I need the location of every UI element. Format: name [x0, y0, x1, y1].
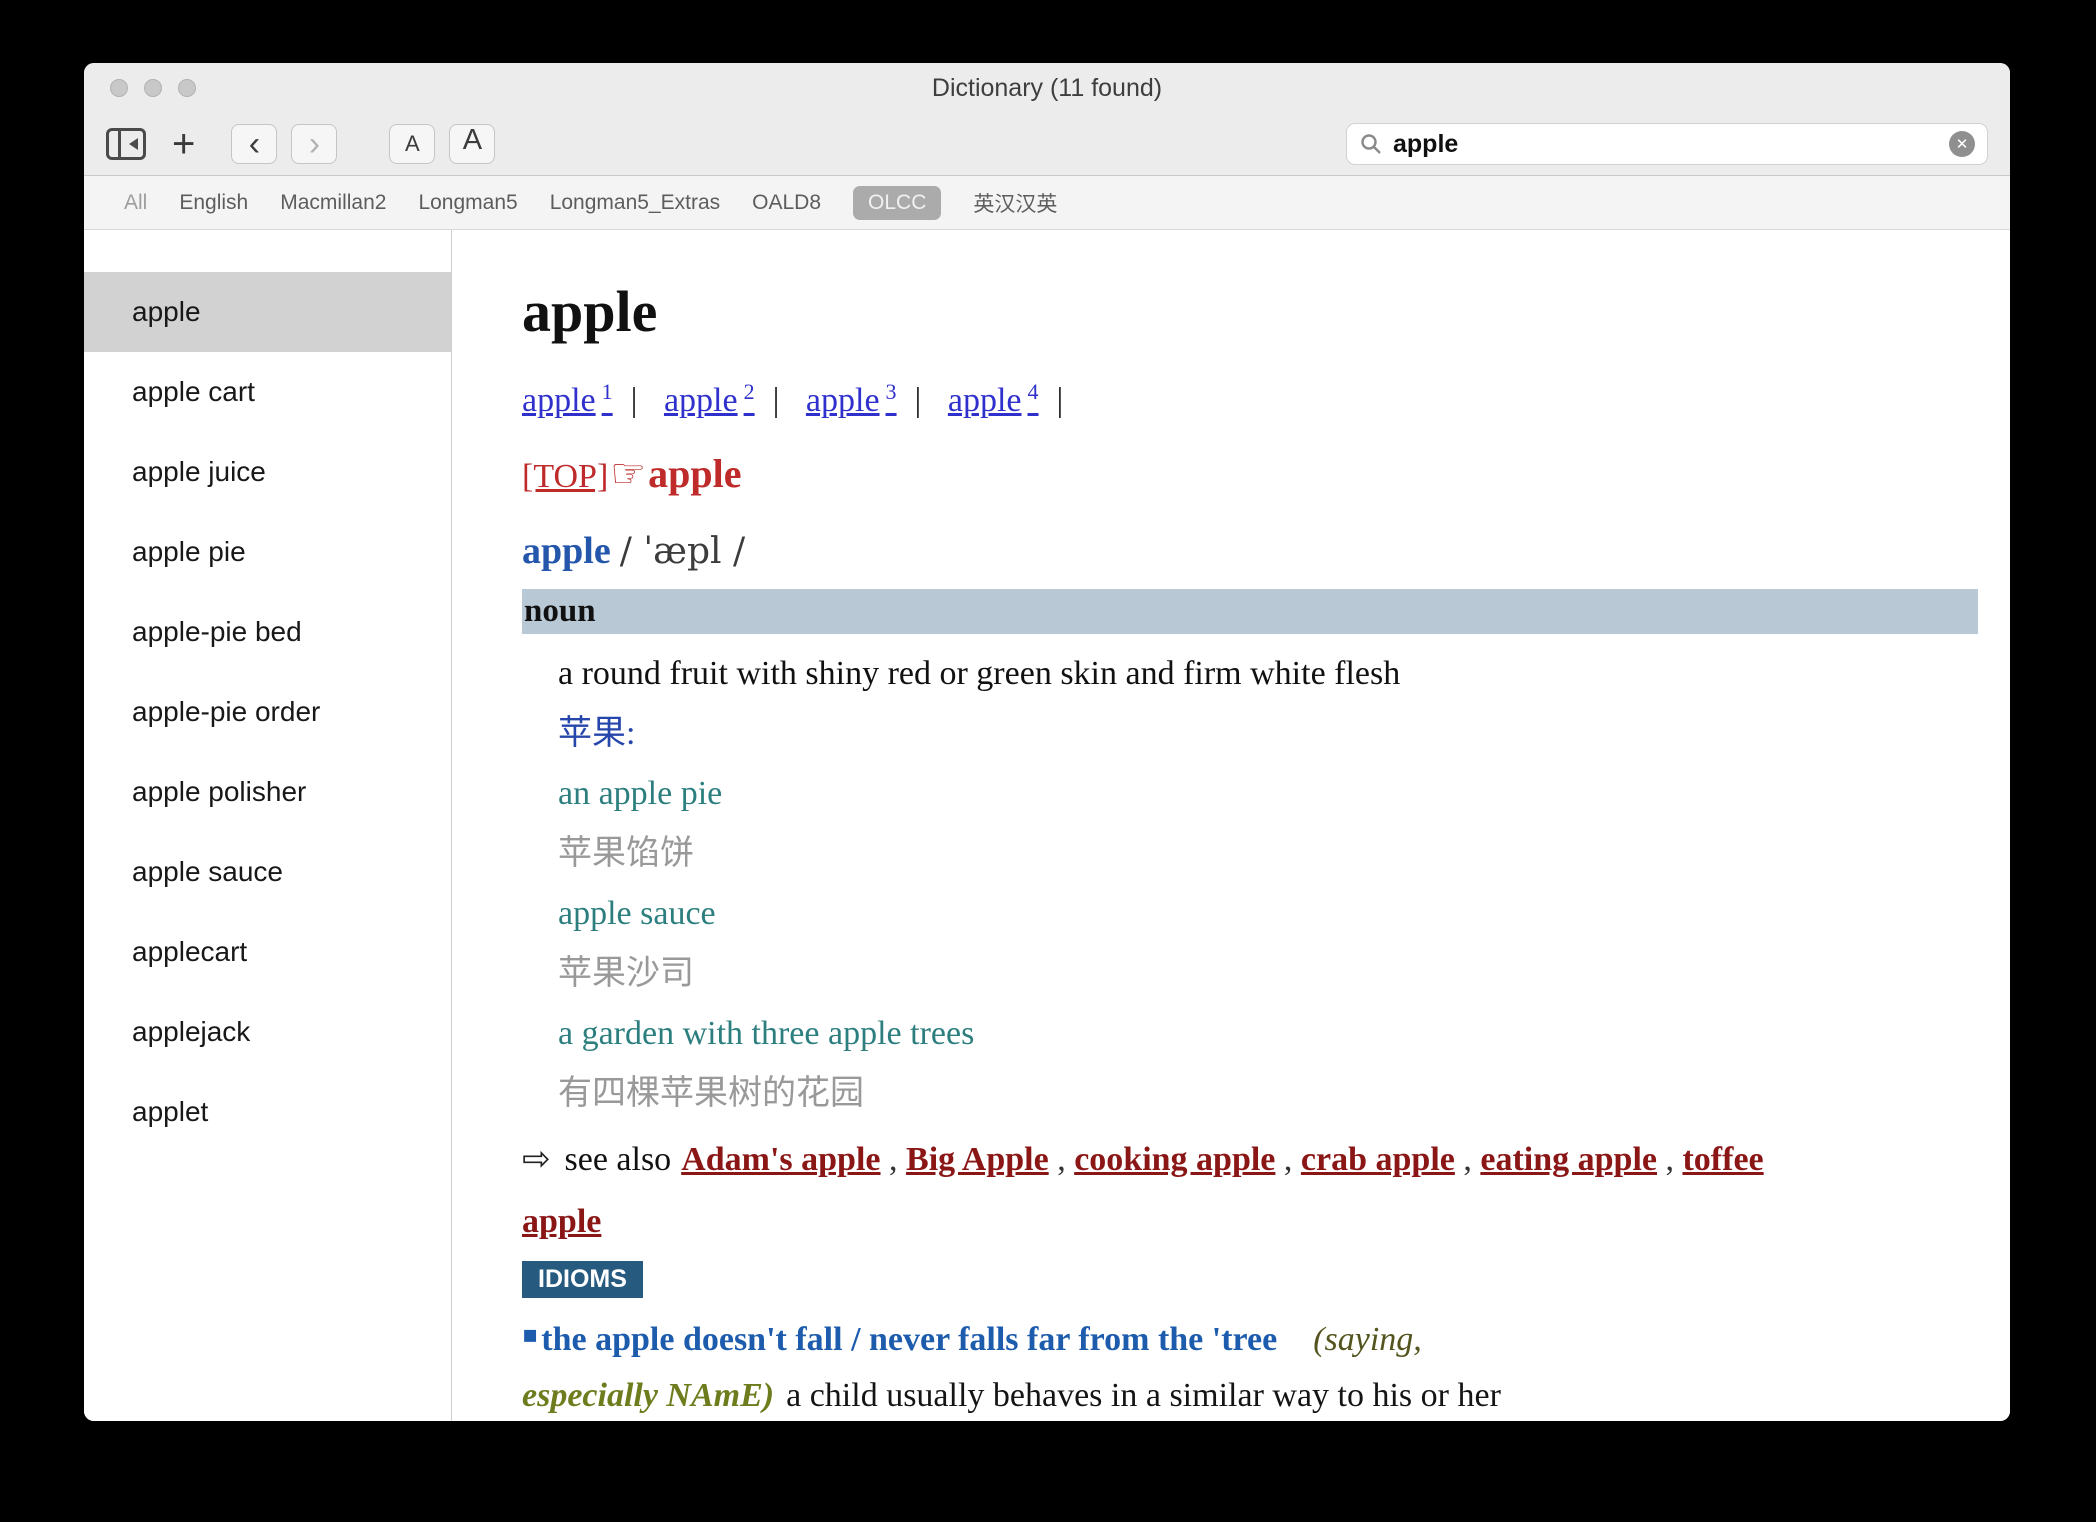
top-headword: apple: [648, 451, 741, 496]
dictionary-tab[interactable]: Longman5: [418, 191, 517, 215]
increase-font-button[interactable]: A: [449, 124, 495, 164]
result-list-item[interactable]: apple sauce: [84, 832, 451, 912]
result-list-item[interactable]: applejack: [84, 992, 451, 1072]
result-list-item[interactable]: applet: [84, 1072, 451, 1152]
dictionary-tab[interactable]: English: [179, 191, 248, 215]
entry-headword: apple: [522, 278, 1978, 345]
comma-separator: ,: [1455, 1141, 1481, 1178]
example-chinese: 苹果沙司: [558, 944, 1978, 1004]
see-also-link[interactable]: Big Apple: [906, 1141, 1049, 1178]
minimize-button[interactable]: [144, 79, 162, 97]
ipa-transcription: / ˈæpl /: [620, 531, 745, 572]
see-also-link[interactable]: eating apple: [1480, 1141, 1657, 1178]
dictionary-tab[interactable]: Longman5_Extras: [550, 191, 720, 215]
result-list-item[interactable]: apple-pie bed: [84, 592, 451, 672]
comma-separator: ,: [881, 1141, 907, 1178]
comma-separator: ,: [1049, 1141, 1075, 1178]
idioms-header: IDIOMS: [522, 1261, 643, 1298]
homonym-link[interactable]: apple4: [948, 382, 1039, 419]
idiom-text: the apple doesn't fall / never falls far…: [541, 1321, 1277, 1358]
entry-content: apple apple1 | apple2 | apple3 | apple4 | [T…: [452, 230, 2010, 1421]
examples: an apple pie 苹果馅饼 apple sauce 苹果沙司 a gar…: [558, 764, 1978, 1124]
pronunciation-headword: apple: [522, 530, 611, 572]
window-controls: [110, 63, 196, 113]
register-label-2: especially NAmE: [522, 1377, 763, 1414]
bullet-icon: ▪: [522, 1320, 538, 1348]
top-link[interactable]: [TOP]: [522, 458, 608, 495]
comma-separator: ,: [1657, 1141, 1683, 1178]
dictionary-tab[interactable]: OLCC: [853, 186, 941, 220]
result-list-item[interactable]: apple pie: [84, 512, 451, 592]
register-label: (saying,: [1313, 1321, 1422, 1358]
window-title: Dictionary (11 found): [932, 74, 1162, 103]
arrow-icon: ⇨: [522, 1139, 551, 1179]
result-list-item[interactable]: apple cart: [84, 352, 451, 432]
see-also-link[interactable]: Adam's apple: [681, 1141, 880, 1178]
idiom-definition: a child usually behaves in a similar way…: [786, 1377, 1501, 1414]
dictionary-tab[interactable]: 英汉汉英: [973, 188, 1057, 218]
back-button[interactable]: ‹: [231, 124, 277, 164]
result-list-item[interactable]: apple juice: [84, 432, 451, 512]
pointing-hand-icon: ☞: [610, 451, 646, 497]
dictionary-tab[interactable]: All: [124, 191, 147, 215]
toolbar: + ‹ › A A ✕: [84, 113, 2010, 176]
dictionary-tab[interactable]: OALD8: [752, 191, 821, 215]
sense-block: a round fruit with shiny red or green sk…: [522, 644, 1978, 1124]
dictionary-tab[interactable]: Macmillan2: [280, 191, 386, 215]
example-english: an apple pie: [558, 764, 1978, 824]
see-also-link[interactable]: cooking apple: [1074, 1141, 1275, 1178]
example-english: apple sauce: [558, 884, 1978, 944]
see-also-link[interactable]: crab apple: [1301, 1141, 1455, 1178]
search-input[interactable]: [1391, 129, 1941, 160]
clear-search-icon[interactable]: ✕: [1949, 131, 1975, 157]
example-chinese: 苹果馅饼: [558, 824, 1978, 884]
homonym-links: apple1 | apple2 | apple3 | apple4 |: [522, 379, 1978, 420]
see-also-line: ⇨ see alsoAdam's apple , Big Apple , cook…: [522, 1128, 1802, 1253]
result-list-item[interactable]: apple-pie order: [84, 672, 451, 752]
part-of-speech-bar: noun: [522, 589, 1978, 634]
top-nav-line: [TOP]☞apple: [522, 450, 1978, 497]
pipe-separator: |: [915, 382, 922, 419]
example: a garden with three apple trees 有四棵苹果树的花…: [558, 1004, 1978, 1124]
close-button[interactable]: [110, 79, 128, 97]
zoom-button[interactable]: [178, 79, 196, 97]
homonym-link[interactable]: apple3: [806, 382, 897, 419]
example-english: a garden with three apple trees: [558, 1004, 1978, 1064]
titlebar[interactable]: Dictionary (11 found): [84, 63, 2010, 113]
forward-button[interactable]: ›: [291, 124, 337, 164]
see-also-label: see also: [565, 1141, 672, 1178]
see-also-links: Adam's apple , Big Apple , cooking apple…: [522, 1141, 1764, 1240]
pipe-separator: |: [631, 382, 638, 419]
result-list-item[interactable]: apple polisher: [84, 752, 451, 832]
add-button[interactable]: +: [172, 124, 195, 164]
idiom-paragraph: ▪the apple doesn't fall / never falls fa…: [522, 1306, 1978, 1421]
homonym-link[interactable]: apple2: [664, 382, 755, 419]
pipe-separator: |: [773, 382, 780, 419]
toggle-sidebar-button[interactable]: [106, 124, 146, 164]
search-icon: [1359, 132, 1383, 156]
definition-chinese: 苹果:: [558, 704, 1978, 764]
sidebar-icon: [106, 128, 146, 160]
dictionary-tabbar: All English Macmillan2 Longman5 Longman5…: [84, 176, 2010, 230]
decrease-font-button[interactable]: A: [389, 124, 435, 164]
result-list-item[interactable]: apple: [84, 272, 451, 352]
example: an apple pie 苹果馅饼: [558, 764, 1978, 884]
register-close: ): [763, 1377, 774, 1414]
definition-english: a round fruit with shiny red or green sk…: [558, 644, 1978, 704]
pronunciation-line: apple / ˈæpl /: [522, 529, 1978, 573]
result-list-item[interactable]: applecart: [84, 912, 451, 992]
homonym-link[interactable]: apple1: [522, 382, 613, 419]
main-area: apple apple cart apple juice apple pie a…: [84, 230, 2010, 1421]
example-chinese: 有四棵苹果树的花园: [558, 1064, 1978, 1124]
comma-separator: ,: [1275, 1141, 1301, 1178]
left-arrow-icon: [129, 138, 138, 150]
example: apple sauce 苹果沙司: [558, 884, 1978, 1004]
results-sidebar: apple apple cart apple juice apple pie a…: [84, 230, 452, 1421]
search-field[interactable]: ✕: [1346, 123, 1988, 165]
dictionary-window: Dictionary (11 found) + ‹ › A A ✕ All En…: [84, 63, 2010, 1421]
pipe-separator: |: [1057, 382, 1064, 419]
